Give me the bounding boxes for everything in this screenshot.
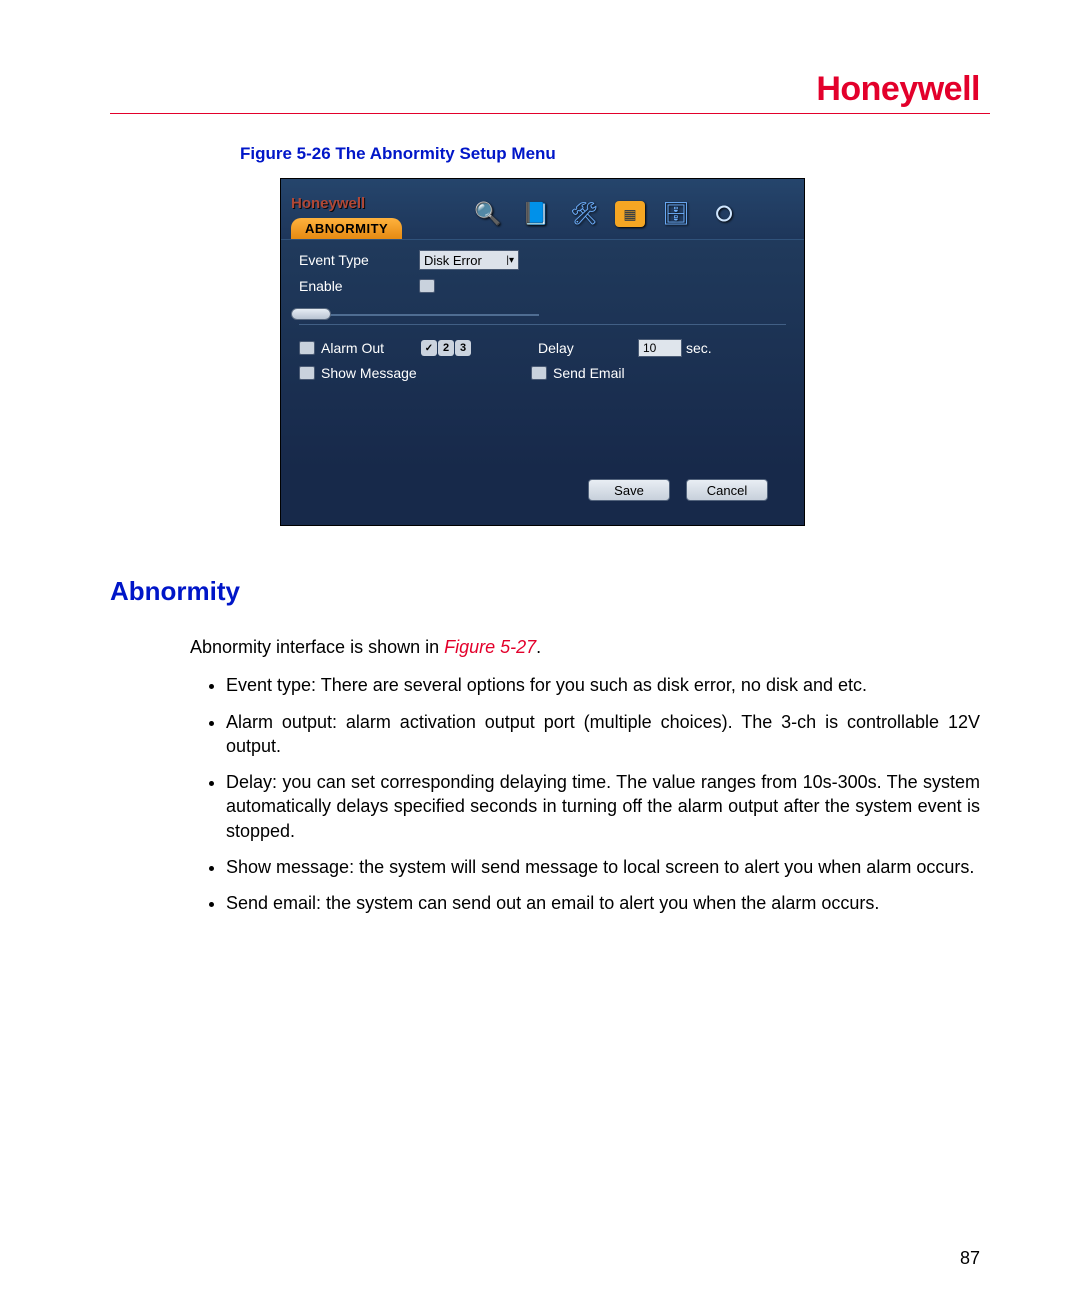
brand-logo: Honeywell xyxy=(110,70,990,109)
figure-reference: Figure 5-27 xyxy=(444,637,536,657)
advanced-icon[interactable]: ▦ xyxy=(615,201,645,227)
alarm-out-label: Alarm Out xyxy=(321,340,421,356)
figure-caption: Figure 5-26 The Abnormity Setup Menu xyxy=(240,144,990,164)
delay-unit: sec. xyxy=(686,340,712,356)
bullet-item: Show message: the system will send messa… xyxy=(226,855,980,879)
bullet-list: Event type: There are several options fo… xyxy=(226,673,980,915)
figure-screenshot: Honeywell ABNORMITY 🔍 📘 🛠 ▦ 🗄 ⭘ Event Ty… xyxy=(280,178,810,526)
backup-icon[interactable]: 🗄 xyxy=(659,197,693,231)
dvr-tab-abnormity[interactable]: ABNORMITY xyxy=(291,218,402,239)
bullet-item: Event type: There are several options fo… xyxy=(226,673,980,697)
alarm-out-3[interactable]: 3 xyxy=(455,340,471,356)
info-icon[interactable]: 📘 xyxy=(519,197,553,231)
section-heading: Abnormity xyxy=(110,576,990,607)
delay-label: Delay xyxy=(538,340,598,356)
save-button[interactable]: Save xyxy=(588,479,670,501)
intro-line: Abnormity interface is shown in Figure 5… xyxy=(190,635,980,659)
body-text: Abnormity interface is shown in Figure 5… xyxy=(190,635,980,916)
cancel-button[interactable]: Cancel xyxy=(686,479,768,501)
dvr-brand: Honeywell xyxy=(291,191,441,212)
alarm-out-2[interactable]: 2 xyxy=(438,340,454,356)
dvr-window: Honeywell ABNORMITY 🔍 📘 🛠 ▦ 🗄 ⭘ Event Ty… xyxy=(280,178,805,526)
settings-icon[interactable]: 🛠 xyxy=(567,197,601,231)
event-type-value: Disk Error xyxy=(424,253,482,268)
bullet-item: Alarm output: alarm activation output po… xyxy=(226,710,980,759)
alarm-out-1[interactable] xyxy=(421,340,437,356)
event-type-select[interactable]: Disk Error |▾ xyxy=(419,250,519,270)
intro-suffix: . xyxy=(536,637,541,657)
search-icon[interactable]: 🔍 xyxy=(471,197,505,231)
enable-checkbox[interactable] xyxy=(419,279,435,293)
bullet-item: Delay: you can set corresponding delayin… xyxy=(226,770,980,843)
intro-prefix: Abnormity interface is shown in xyxy=(190,637,444,657)
dropdown-arrow-icon: |▾ xyxy=(506,255,514,266)
separator xyxy=(299,324,786,325)
dvr-header: Honeywell ABNORMITY 🔍 📘 🛠 ▦ 🗄 ⭘ xyxy=(281,179,804,239)
enable-label: Enable xyxy=(299,278,419,294)
send-email-checkbox[interactable] xyxy=(531,366,547,380)
delay-input[interactable]: 10 xyxy=(638,339,682,357)
show-message-checkbox[interactable] xyxy=(299,366,315,380)
bullet-item: Send email: the system can send out an e… xyxy=(226,891,980,915)
page-number: 87 xyxy=(960,1248,980,1269)
header-rule xyxy=(110,113,990,114)
alarm-out-checkbox[interactable] xyxy=(299,341,315,355)
shutdown-icon[interactable]: ⭘ xyxy=(707,197,741,231)
show-message-label: Show Message xyxy=(321,365,531,381)
send-email-label: Send Email xyxy=(553,365,625,381)
event-type-label: Event Type xyxy=(299,252,419,268)
section-slider[interactable] xyxy=(299,314,539,316)
slider-thumb[interactable] xyxy=(291,308,331,320)
